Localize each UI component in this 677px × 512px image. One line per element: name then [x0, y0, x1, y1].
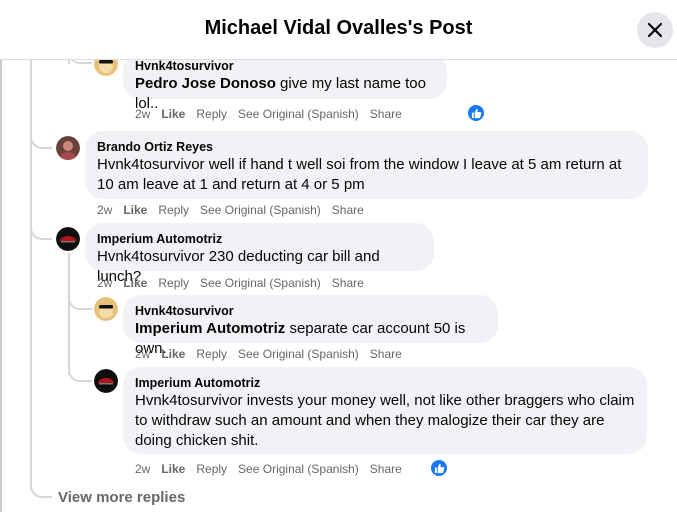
comment-actions: 2w Like Reply See Original (Spanish) Sha… [97, 275, 364, 291]
dialog-left-edge [0, 60, 2, 512]
thread-line [68, 60, 70, 64]
like-button[interactable]: Like [123, 202, 147, 218]
see-original-button[interactable]: See Original (Spanish) [238, 461, 359, 477]
comment-author[interactable]: Hvnk4tosurvivor [135, 58, 435, 74]
avatar[interactable] [94, 297, 118, 321]
thumbs-up-icon [471, 108, 481, 118]
thread-curve [30, 486, 52, 498]
comment-mention[interactable]: Imperium Automotriz [135, 320, 285, 337]
reply-button[interactable]: Reply [196, 346, 227, 362]
comment-actions: 2w Like Reply See Original (Spanish) Sha… [97, 202, 364, 218]
like-button[interactable]: Like [161, 461, 185, 477]
comment-author[interactable]: Brando Ortiz Reyes [97, 139, 636, 155]
see-original-button[interactable]: See Original (Spanish) [238, 346, 359, 362]
reply-button[interactable]: Reply [158, 202, 189, 218]
like-button[interactable]: Like [123, 275, 147, 291]
share-button[interactable]: Share [370, 461, 402, 477]
thumbs-up-icon [434, 463, 444, 473]
comment-author[interactable]: Imperium Automotriz [135, 375, 635, 391]
comment-text: Hvnk4tosurvivor invests your money well,… [135, 392, 635, 449]
thread-curve [30, 228, 52, 240]
comment-mention[interactable]: Pedro Jose Donoso [135, 75, 276, 92]
share-button[interactable]: Share [332, 202, 364, 218]
comment-text: Hvnk4tosurvivor well if hand t well soi … [97, 156, 622, 193]
avatar[interactable] [56, 227, 80, 251]
thread-curve [68, 370, 92, 382]
thread-curve [68, 298, 92, 310]
comment-actions: 2w Like Reply See Original (Spanish) Sha… [135, 106, 402, 122]
reply-button[interactable]: Reply [158, 275, 189, 291]
comment-actions: 2w Like Reply See Original (Spanish) Sha… [135, 461, 402, 477]
comment-time[interactable]: 2w [135, 346, 150, 362]
see-original-button[interactable]: See Original (Spanish) [238, 106, 359, 122]
post-title: Michael Vidal Ovalles's Post [204, 17, 473, 39]
comment-time[interactable]: 2w [135, 461, 150, 477]
person-avatar-icon [56, 136, 80, 160]
avatar[interactable] [56, 136, 80, 160]
post-dialog-header: Michael Vidal Ovalles's Post [0, 0, 677, 60]
see-original-button[interactable]: See Original (Spanish) [200, 275, 321, 291]
see-original-button[interactable]: See Original (Spanish) [200, 202, 321, 218]
comment-bubble: Hvnk4tosurvivor Imperium Automotriz sepa… [123, 295, 498, 357]
share-button[interactable]: Share [370, 346, 402, 362]
thread-line [30, 60, 32, 488]
comment-time[interactable]: 2w [97, 275, 112, 291]
comment-bubble: Imperium Automotriz Hvnk4tosurvivor 230 … [85, 223, 434, 285]
share-button[interactable]: Share [370, 106, 402, 122]
thread-curve [30, 137, 52, 149]
comment-author[interactable]: Hvnk4tosurvivor [135, 303, 486, 319]
share-button[interactable]: Share [332, 275, 364, 291]
comment-time[interactable]: 2w [97, 202, 112, 218]
view-more-replies-link[interactable]: View more replies [58, 489, 185, 506]
car-logo-avatar-icon [94, 369, 118, 393]
comment-author[interactable]: Imperium Automotriz [97, 231, 422, 247]
comment-time[interactable]: 2w [135, 106, 150, 122]
reply-button[interactable]: Reply [196, 461, 227, 477]
like-button[interactable]: Like [161, 346, 185, 362]
comment-actions: 2w Like Reply See Original (Spanish) Sha… [135, 346, 402, 362]
avatar[interactable] [94, 369, 118, 393]
comment-bubble: Imperium Automotriz Hvnk4tosurvivor inve… [123, 367, 647, 454]
thread-line [68, 253, 70, 375]
comment-bubble: Brando Ortiz Reyes Hvnk4tosurvivor well … [85, 131, 648, 199]
doge-avatar-icon [94, 297, 118, 321]
close-button[interactable] [637, 12, 673, 48]
close-icon [647, 22, 663, 38]
like-button[interactable]: Like [161, 106, 185, 122]
reply-button[interactable]: Reply [196, 106, 227, 122]
car-logo-avatar-icon [56, 227, 80, 251]
like-reaction-badge[interactable] [467, 104, 485, 122]
like-reaction-badge[interactable] [430, 459, 448, 477]
